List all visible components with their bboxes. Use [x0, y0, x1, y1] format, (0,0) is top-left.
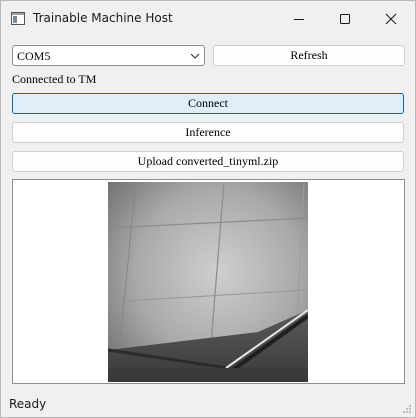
maximize-icon: [340, 14, 350, 24]
camera-frame-image: [108, 182, 308, 382]
port-select-value: COM5: [17, 49, 51, 63]
refresh-button[interactable]: Refresh: [213, 45, 405, 66]
client-area: COM5 Refresh Connected to TM Connect Inf…: [1, 37, 415, 417]
inference-button[interactable]: Inference: [12, 122, 404, 143]
status-bar-text: Ready: [9, 397, 47, 411]
app-window-icon: [11, 12, 25, 25]
connection-status: Connected to TM: [12, 72, 97, 86]
minimize-button[interactable]: [276, 1, 322, 37]
maximize-button[interactable]: [322, 1, 368, 37]
app-window: Trainable Machine Host COM5 Refresh Conn…: [0, 0, 416, 418]
chevron-down-icon: [190, 53, 200, 59]
window-title: Trainable Machine Host: [33, 11, 173, 25]
connect-button[interactable]: Connect: [12, 93, 404, 114]
upload-model-button[interactable]: Upload converted_tinyml.zip: [12, 151, 404, 172]
port-select[interactable]: COM5: [12, 45, 205, 66]
size-grip-icon[interactable]: [402, 404, 412, 414]
camera-preview-panel: [12, 179, 405, 384]
minimize-icon: [294, 19, 304, 20]
title-bar[interactable]: Trainable Machine Host: [1, 1, 415, 37]
close-button[interactable]: [368, 1, 414, 37]
close-icon: [385, 13, 397, 25]
